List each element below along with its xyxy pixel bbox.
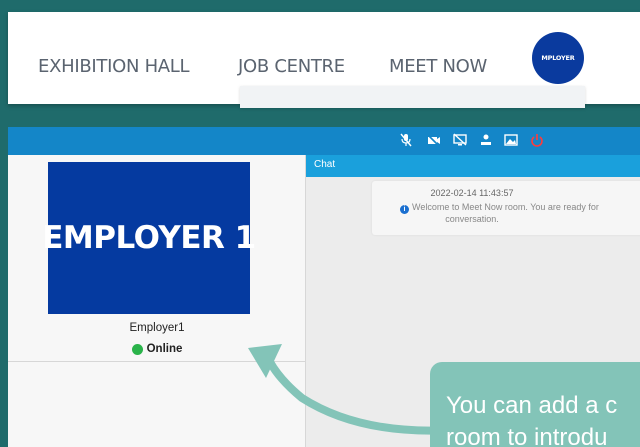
message-text-line2: conversation. <box>445 214 499 224</box>
tutorial-callout: You can add a c room to introdu <box>430 362 640 447</box>
employer-logo[interactable]: MPLOYER <box>532 32 584 84</box>
system-message: 2022-02-14 11:43:57 i Welcome to Meet Now… <box>372 181 640 235</box>
message-text: i Welcome to Meet Now room. You are ready… <box>400 201 640 214</box>
info-icon: i <box>400 205 409 214</box>
tutorial-callout-line2: room to introdu <box>446 424 608 447</box>
nav-exhibition-hall[interactable]: EXHIBITION HALL <box>38 56 190 77</box>
screen-share-off-icon[interactable] <box>453 133 467 147</box>
online-status-icon <box>131 343 143 355</box>
image-icon[interactable] <box>504 133 518 147</box>
nav-meet-now[interactable]: MEET NOW <box>389 56 487 77</box>
power-icon[interactable] <box>530 133 544 147</box>
tutorial-arrow-icon <box>248 344 456 435</box>
employer-banner-text: EMPLOYER 1 <box>42 220 256 256</box>
chat-header: Chat <box>306 155 640 177</box>
video-off-icon[interactable] <box>427 133 441 147</box>
status-label: Online <box>146 343 183 355</box>
employer-banner: EMPLOYER 1 <box>42 162 256 314</box>
call-toolbar <box>8 127 640 155</box>
message-timestamp: 2022-02-14 11:43:57 <box>430 188 514 198</box>
nav-job-centre[interactable]: JOB CENTRE <box>238 56 345 77</box>
nav-dropdown-edge <box>240 86 585 108</box>
user-icon[interactable] <box>479 133 493 147</box>
tutorial-callout-line1: You can add a c <box>446 392 618 419</box>
employer-logo-text: MPLOYER <box>541 54 575 62</box>
mic-off-icon[interactable] <box>399 133 413 147</box>
